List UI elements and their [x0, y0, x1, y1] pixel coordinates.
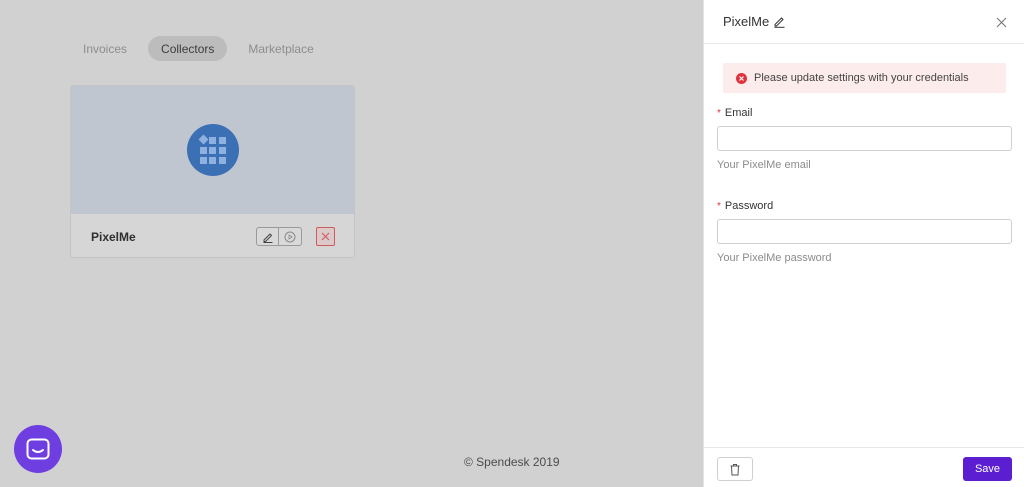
- panel-title: PixelMe: [723, 14, 770, 29]
- collector-tabs: Invoices Collectors Marketplace: [70, 36, 327, 61]
- password-field-group: * Password Your PixelMe password: [717, 200, 1012, 264]
- collector-card-footer: PixelMe: [71, 214, 354, 257]
- remove-collector-button[interactable]: [316, 227, 335, 246]
- copyright-text: © Spendesk 2019: [464, 455, 560, 469]
- panel-footer: Save: [704, 447, 1024, 487]
- required-mark: *: [717, 200, 721, 212]
- collector-name: PixelMe: [91, 229, 136, 244]
- required-mark: *: [717, 107, 721, 119]
- email-label-text: Email: [724, 107, 753, 119]
- trash-icon: [730, 463, 740, 475]
- email-hint: Your PixelMe email: [717, 159, 811, 171]
- grid-logo-icon: [186, 124, 239, 176]
- edit-title-button[interactable]: [773, 15, 786, 28]
- delete-button[interactable]: [717, 457, 753, 481]
- email-input[interactable]: [717, 126, 1012, 151]
- chat-launcher-button[interactable]: [14, 425, 62, 473]
- collector-actions: [256, 227, 302, 246]
- close-panel-button[interactable]: [994, 15, 1008, 29]
- panel-header: PixelMe: [704, 0, 1024, 44]
- password-hint: Your PixelMe password: [717, 252, 832, 264]
- close-icon: [996, 17, 1006, 27]
- close-icon: [321, 232, 330, 241]
- tab-marketplace[interactable]: Marketplace: [235, 36, 326, 61]
- run-collector-button[interactable]: [279, 227, 302, 246]
- tab-invoices[interactable]: Invoices: [70, 36, 140, 61]
- email-field-group: * Email Your PixelMe email: [717, 107, 1012, 171]
- password-input[interactable]: [717, 219, 1012, 244]
- credentials-alert: Please update settings with your credent…: [723, 63, 1006, 93]
- save-button[interactable]: Save: [963, 457, 1012, 481]
- chat-icon: [26, 438, 50, 460]
- pencil-icon: [263, 232, 272, 243]
- collector-card: PixelMe: [70, 85, 355, 258]
- tab-collectors[interactable]: Collectors: [148, 36, 228, 61]
- play-circle-icon: [284, 231, 296, 242]
- collector-settings-panel: PixelMe Please update settings with your…: [703, 0, 1024, 487]
- pencil-icon: [774, 17, 785, 28]
- alert-text: Please update settings with your credent…: [754, 72, 969, 84]
- password-label-text: Password: [724, 200, 774, 212]
- error-icon: [736, 72, 747, 84]
- email-label: * Email: [717, 107, 1012, 119]
- password-label: * Password: [717, 200, 1012, 212]
- edit-collector-button[interactable]: [256, 227, 279, 246]
- collector-card-banner: [71, 86, 354, 214]
